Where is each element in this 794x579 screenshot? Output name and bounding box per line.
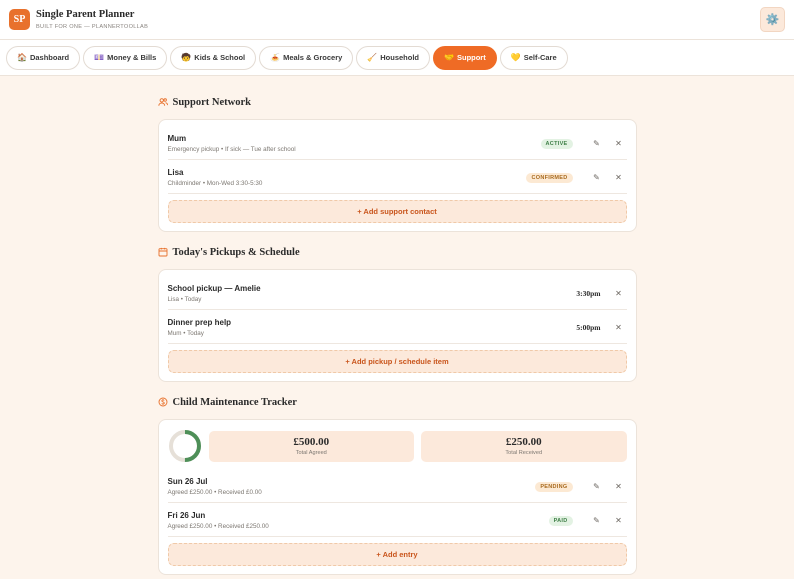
entry-detail: Agreed £250.00 • Received £250.00 — [167, 523, 269, 530]
banknote-icon: 💷 — [94, 53, 105, 62]
list-item: Sun 26 Jul Agreed £250.00 • Received £0.… — [167, 469, 627, 503]
schedule-card: School pickup — Amelie Lisa • Today 3:30… — [157, 269, 637, 382]
list-item: Dinner prep help Mum • Today 5:00pm ✕ — [167, 310, 627, 344]
tab-dashboard[interactable]: 🏠 Dashboard — [6, 45, 81, 70]
support-network-card: Mum Emergency pickup • If sick — Tue aft… — [157, 119, 637, 232]
schedule-time: 5:00pm — [576, 323, 601, 332]
house-icon: 🏠 — [17, 53, 27, 62]
stat-label: Total Received — [505, 450, 543, 456]
close-icon[interactable]: ✕ — [611, 513, 627, 529]
total-received-stat: £250.00 Total Received — [421, 430, 627, 462]
tab-money-bills[interactable]: 💷 Money & Bills — [83, 45, 168, 70]
heart-icon: 💛 — [510, 53, 521, 62]
brand: Single Parent Planner BUILT FOR ONE — PL… — [36, 9, 148, 30]
list-item: Fri 26 Jun Agreed £250.00 • Received £25… — [167, 503, 627, 537]
entry-detail: Agreed £250.00 • Received £0.00 — [167, 489, 262, 496]
list-item: Lisa Childminder • Mon-Wed 3:30-5:30 CON… — [167, 160, 627, 194]
section-title: Support Network — [172, 96, 251, 108]
close-icon[interactable]: ✕ — [611, 136, 627, 152]
tab-label: Self-Care — [523, 53, 557, 62]
list-item: School pickup — Amelie Lisa • Today 3:30… — [167, 276, 627, 310]
schedule-item-name: Dinner prep help — [167, 318, 232, 327]
schedule-heading: Today's Pickups & Schedule — [158, 240, 637, 264]
app-header: SP Single Parent Planner BUILT FOR ONE —… — [0, 0, 794, 40]
status-badge: PAID — [548, 515, 573, 526]
people-icon — [157, 98, 168, 106]
status-badge: PENDING — [535, 481, 573, 492]
tab-label: Dashboard — [29, 53, 70, 62]
tab-label: Meals & Grocery — [283, 53, 343, 62]
contact-name: Lisa — [167, 168, 184, 177]
settings-button[interactable]: ⚙️ — [760, 7, 785, 32]
calendar-icon — [158, 247, 167, 257]
schedule-item-detail: Lisa • Today — [167, 296, 202, 303]
status-badge: CONFIRMED — [526, 172, 573, 183]
tab-self-care[interactable]: 💛 Self-Care — [499, 45, 568, 70]
app-title: Single Parent Planner — [36, 9, 135, 20]
close-icon[interactable]: ✕ — [611, 170, 627, 186]
tab-label: Support — [456, 53, 486, 62]
tab-support[interactable]: 🤝 Support — [433, 45, 497, 70]
entry-date: Sun 26 Jul — [167, 477, 208, 486]
child-icon: 🧒 — [181, 53, 192, 62]
tab-meals-grocery[interactable]: 🍝 Meals & Grocery — [259, 45, 354, 70]
tab-household[interactable]: 🧹 Household — [356, 45, 431, 70]
total-agreed-stat: £500.00 Total Agreed — [208, 430, 414, 462]
list-item: Mum Emergency pickup • If sick — Tue aft… — [167, 126, 627, 160]
status-badge: ACTIVE — [540, 138, 573, 149]
tab-label: Kids & School — [194, 53, 246, 62]
maintenance-summary: £500.00 Total Agreed £250.00 Total Recei… — [168, 426, 627, 469]
tab-kids-school[interactable]: 🧒 Kids & School — [170, 45, 257, 70]
contact-name: Mum — [167, 134, 187, 143]
add-pickup-button[interactable]: + Add pickup / schedule item — [167, 350, 627, 373]
stat-label: Total Agreed — [295, 450, 327, 456]
edit-icon[interactable]: ✎ — [589, 136, 605, 152]
stat-value: £500.00 — [293, 436, 330, 448]
progress-ring — [168, 430, 201, 462]
tab-label: Household — [380, 53, 420, 62]
coin-icon — [158, 397, 167, 407]
stat-value: £250.00 — [505, 436, 542, 448]
edit-icon[interactable]: ✎ — [589, 513, 605, 529]
schedule-time: 3:30pm — [576, 289, 601, 298]
contact-detail: Emergency pickup • If sick — Tue after s… — [167, 146, 296, 153]
tab-label: Money & Bills — [107, 53, 157, 62]
handshake-icon: 🤝 — [444, 53, 454, 62]
main-content: Support Network Mum Emergency pickup • I… — [157, 76, 637, 575]
gear-icon: ⚙️ — [765, 14, 780, 26]
app-subtitle: BUILT FOR ONE — PLANNERTOOLLAB — [36, 24, 149, 30]
add-entry-button[interactable]: + Add entry — [167, 543, 627, 566]
edit-icon[interactable]: ✎ — [589, 170, 605, 186]
section-title: Today's Pickups & Schedule — [172, 246, 300, 258]
entry-date: Fri 26 Jun — [167, 511, 206, 520]
maintenance-heading: Child Maintenance Tracker — [158, 390, 637, 414]
add-support-contact-button[interactable]: + Add support contact — [167, 200, 627, 223]
section-title: Child Maintenance Tracker — [172, 396, 297, 408]
main-nav: 🏠 Dashboard 💷 Money & Bills 🧒 Kids & School… — [0, 40, 794, 76]
maintenance-card: £500.00 Total Agreed £250.00 Total Recei… — [157, 419, 637, 575]
contact-detail: Childminder • Mon-Wed 3:30-5:30 — [167, 180, 263, 187]
broom-icon: 🧹 — [367, 53, 378, 62]
schedule-item-name: School pickup — Amelie — [167, 284, 261, 293]
app-logo: SP — [9, 9, 30, 30]
support-network-heading: Support Network — [157, 90, 637, 114]
meal-icon: 🍝 — [270, 53, 281, 62]
schedule-item-detail: Mum • Today — [167, 330, 204, 337]
close-icon[interactable]: ✕ — [611, 320, 627, 336]
close-icon[interactable]: ✕ — [611, 286, 627, 302]
close-icon[interactable]: ✕ — [611, 479, 627, 495]
edit-icon[interactable]: ✎ — [589, 479, 605, 495]
